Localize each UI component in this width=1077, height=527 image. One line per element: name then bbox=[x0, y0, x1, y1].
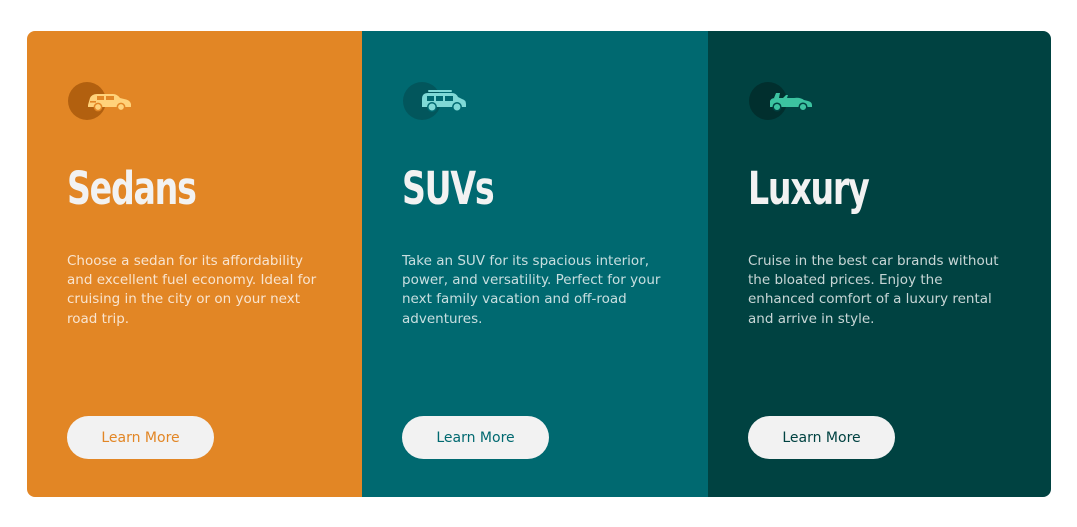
card-title: Luxury bbox=[748, 162, 870, 215]
card-description: Take an SUV for its spacious interior, p… bbox=[402, 253, 661, 327]
card-luxury: Luxury Cruise in the best car brands wit… bbox=[708, 31, 1051, 497]
luxury-convertible-icon bbox=[748, 80, 818, 122]
suv-car-icon bbox=[402, 80, 472, 122]
card-suvs: SUVs Take an SUV for its spacious interi… bbox=[362, 31, 708, 497]
learn-more-button-sedans[interactable]: Learn More bbox=[67, 416, 214, 459]
card-sedans: Sedans Choose a sedan for its affordabil… bbox=[27, 31, 362, 497]
card-description: Cruise in the best car brands without th… bbox=[748, 253, 999, 327]
sedan-car-icon bbox=[67, 80, 137, 122]
card-description: Choose a sedan for its affordability and… bbox=[67, 253, 317, 327]
car-category-cards: Sedans Choose a sedan for its affordabil… bbox=[27, 31, 1051, 497]
card-title: SUVs bbox=[402, 162, 495, 215]
learn-more-button-suvs[interactable]: Learn More bbox=[402, 416, 549, 459]
learn-more-button-luxury[interactable]: Learn More bbox=[748, 416, 895, 459]
card-title: Sedans bbox=[67, 162, 197, 215]
